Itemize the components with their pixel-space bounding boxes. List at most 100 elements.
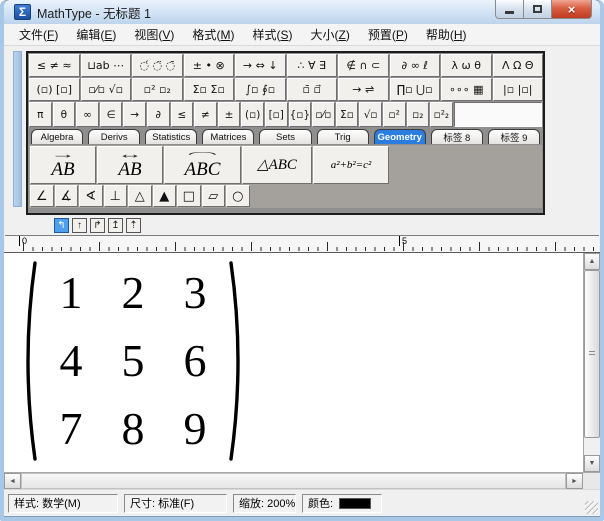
small-bar-button[interactable]: √▫ xyxy=(359,102,382,127)
toolbar-drag-grip[interactable] xyxy=(13,51,22,207)
symbol-palette-button[interactable]: ⊔ab ⋯ xyxy=(81,54,132,77)
vertical-scrollbar-track[interactable] xyxy=(584,438,600,455)
template-palette-button[interactable]: (▫) [▫] xyxy=(29,78,80,101)
small-bar-button[interactable]: ± xyxy=(218,102,241,127)
template-palette-button[interactable]: ∫▫ ∮▫ xyxy=(235,78,286,101)
matrix-expression[interactable]: 1 2 3 4 5 6 7 xyxy=(18,259,248,463)
geometry-symbol-button[interactable]: ▲ xyxy=(153,185,177,207)
tab-stop-button[interactable]: ⇡ xyxy=(126,218,141,233)
palette-tab[interactable]: Geometry xyxy=(374,129,426,144)
palette-tab[interactable]: Algebra xyxy=(31,129,83,144)
tab-stop-button[interactable]: ↑ xyxy=(72,218,87,233)
horizontal-scrollbar-track[interactable] xyxy=(21,473,566,489)
palette-tab[interactable]: 标签 9 xyxy=(488,129,540,144)
matrix-entry[interactable]: 8 xyxy=(122,406,145,452)
status-size-panel[interactable]: 尺寸: 标准(F) xyxy=(124,494,227,513)
tab-stop-button[interactable]: ↰ xyxy=(54,218,69,233)
geometry-symbol-button[interactable]: ∢ xyxy=(79,185,103,207)
symbol-palette-button[interactable]: ∴ ∀ ∃ xyxy=(287,54,338,77)
geometry-template-button[interactable]: → AB xyxy=(30,146,96,184)
symbol-palette-button[interactable]: ± • ⊗ xyxy=(184,54,235,77)
template-palette-button[interactable]: ▫̄ ▫⃗ xyxy=(287,78,338,101)
small-bar-button[interactable]: ≠ xyxy=(194,102,217,127)
small-bar-button[interactable]: {▫} xyxy=(289,102,312,127)
matrix-entry[interactable]: 2 xyxy=(122,270,145,316)
symbol-palette-button[interactable]: Λ Ω Θ xyxy=(493,54,544,77)
symbol-palette-button[interactable]: ∂ ∞ ℓ xyxy=(390,54,441,77)
vertical-scrollbar[interactable]: ▲ ▼ xyxy=(583,253,600,472)
symbol-palette-button[interactable]: λ ω θ xyxy=(441,54,492,77)
scroll-left-button[interactable]: ◄ xyxy=(4,473,21,489)
tab-stop-button[interactable]: ↥ xyxy=(108,218,123,233)
matrix-entry[interactable]: 1 xyxy=(60,270,83,316)
maximize-button[interactable] xyxy=(524,0,551,19)
geometry-symbol-button[interactable]: ⊥ xyxy=(104,185,128,207)
small-bar-button[interactable]: ▫²₂ xyxy=(430,102,453,127)
matrix-entry[interactable]: 6 xyxy=(184,338,207,384)
close-button[interactable]: × xyxy=(551,0,592,19)
palette-tab[interactable]: Derivs xyxy=(88,129,140,144)
equation-canvas[interactable]: 1 2 3 4 5 6 7 xyxy=(4,253,583,472)
symbol-palette-button[interactable]: ◌́ ◌̈ ◌̄ xyxy=(132,54,183,77)
status-zoom-panel[interactable]: 缩放: 200% xyxy=(233,494,296,513)
geometry-template-button[interactable]: △ABC xyxy=(242,146,312,184)
menu-item[interactable]: 大小(Z) xyxy=(301,24,358,45)
resize-grip-icon[interactable] xyxy=(585,501,598,514)
template-palette-button[interactable]: ∏▫ ⋃▫ xyxy=(390,78,441,101)
minimize-button[interactable] xyxy=(495,0,524,19)
scroll-right-button[interactable]: ► xyxy=(566,473,583,489)
scroll-down-button[interactable]: ▼ xyxy=(584,455,600,472)
symbol-palette-button[interactable]: → ⇔ ↓ xyxy=(235,54,286,77)
matrix-entry[interactable]: 9 xyxy=(184,406,207,452)
geometry-template-button[interactable]: ↔ AB xyxy=(97,146,163,184)
small-bar-button[interactable]: Σ▫ xyxy=(336,102,359,127)
menu-item[interactable]: 编辑(E) xyxy=(67,24,125,45)
matrix-entry[interactable]: 4 xyxy=(60,338,83,384)
palette-tab[interactable]: 标签 8 xyxy=(431,129,483,144)
menu-item[interactable]: 视图(V) xyxy=(125,24,183,45)
small-bar-button[interactable]: ∂ xyxy=(147,102,170,127)
template-palette-button[interactable]: Σ▫ Σ▫ xyxy=(184,78,235,101)
menu-item[interactable]: 预置(P) xyxy=(359,24,417,45)
palette-tab[interactable]: Trig xyxy=(317,129,369,144)
template-palette-button[interactable]: |▫ |▫| xyxy=(493,78,544,101)
template-palette-button[interactable]: ▫⁄▫ √▫ xyxy=(81,78,132,101)
symbol-palette-button[interactable]: ∉ ∩ ⊂ xyxy=(338,54,389,77)
menu-item[interactable]: 样式(S) xyxy=(243,24,301,45)
status-color-panel[interactable]: 颜色: xyxy=(302,494,382,513)
matrix-entry[interactable]: 7 xyxy=(60,406,83,452)
template-palette-button[interactable]: ∘∘∘ ▦ xyxy=(441,78,492,101)
geometry-symbol-button[interactable]: ▱ xyxy=(202,185,226,207)
status-style-panel[interactable]: 样式: 数学(M) xyxy=(8,494,118,513)
small-bar-button[interactable]: ▫² xyxy=(383,102,406,127)
scroll-up-button[interactable]: ▲ xyxy=(584,253,600,270)
template-palette-button[interactable]: ▫² ▫₂ xyxy=(132,78,183,101)
template-palette-button[interactable]: → ⇌ xyxy=(338,78,389,101)
geometry-symbol-button[interactable]: ○ xyxy=(226,185,250,207)
small-bar-button[interactable]: ▫⁄▫ xyxy=(312,102,335,127)
palette-tab[interactable]: Matrices xyxy=(202,129,254,144)
small-bar-button[interactable]: → xyxy=(123,102,146,127)
small-bar-button[interactable]: ∞ xyxy=(76,102,99,127)
geometry-symbol-button[interactable]: □ xyxy=(177,185,201,207)
palette-tab[interactable]: Sets xyxy=(259,129,311,144)
small-bar-button[interactable]: [▫] xyxy=(265,102,288,127)
geometry-symbol-button[interactable]: ∠ xyxy=(30,185,54,207)
horizontal-scrollbar[interactable]: ◄ ► xyxy=(4,472,600,489)
small-bar-button[interactable]: π xyxy=(29,102,52,127)
palette-tab[interactable]: Statistics xyxy=(145,129,197,144)
small-bar-button[interactable]: ≤ xyxy=(171,102,194,127)
vertical-scrollbar-thumb[interactable] xyxy=(584,270,600,438)
geometry-template-button[interactable]: a²+b²=c² xyxy=(313,146,389,184)
small-bar-button[interactable]: θ xyxy=(53,102,76,127)
small-bar-button[interactable]: ∈ xyxy=(100,102,123,127)
title-bar[interactable]: Σ MathType - 无标题 1 × xyxy=(4,0,600,24)
ruler[interactable]: 0 5 xyxy=(5,235,599,252)
matrix-entry[interactable]: 5 xyxy=(122,338,145,384)
menu-item[interactable]: 格式(M) xyxy=(183,24,243,45)
small-bar-button[interactable]: ▫₂ xyxy=(407,102,430,127)
symbol-palette-button[interactable]: ≤ ≠ ≈ xyxy=(29,54,80,77)
geometry-template-button[interactable]: ◠ ABC xyxy=(164,146,241,184)
menu-item[interactable]: 文件(F) xyxy=(10,24,67,45)
small-bar-button[interactable]: (▫) xyxy=(241,102,264,127)
